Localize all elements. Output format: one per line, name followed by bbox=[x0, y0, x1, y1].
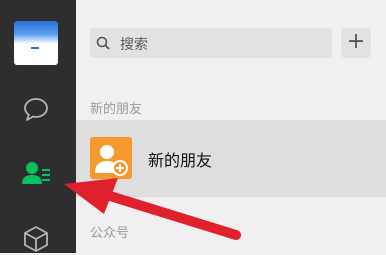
search-icon bbox=[96, 36, 110, 50]
section-label-new-friends: 新的朋友 bbox=[90, 102, 143, 117]
new-friend-icon bbox=[90, 137, 132, 179]
section-label-official-accounts: 公众号 bbox=[90, 226, 130, 241]
search-placeholder: 搜索 bbox=[120, 37, 148, 53]
search-box[interactable]: 搜索 bbox=[90, 28, 332, 58]
sidebar bbox=[0, 0, 76, 253]
avatar-mark bbox=[31, 47, 39, 49]
new-friends-label: 新的朋友 bbox=[148, 151, 213, 170]
add-contact-button[interactable]: + bbox=[341, 28, 371, 58]
contacts-panel: 搜索 + 新的朋友 新的朋友 公众号 bbox=[76, 0, 386, 253]
user-avatar[interactable] bbox=[14, 21, 58, 65]
divider bbox=[76, 196, 386, 197]
contacts-icon[interactable] bbox=[20, 158, 52, 190]
chat-icon[interactable] bbox=[20, 93, 52, 125]
new-friends-item[interactable]: 新的朋友 bbox=[76, 120, 386, 196]
cube-icon[interactable] bbox=[20, 223, 52, 255]
